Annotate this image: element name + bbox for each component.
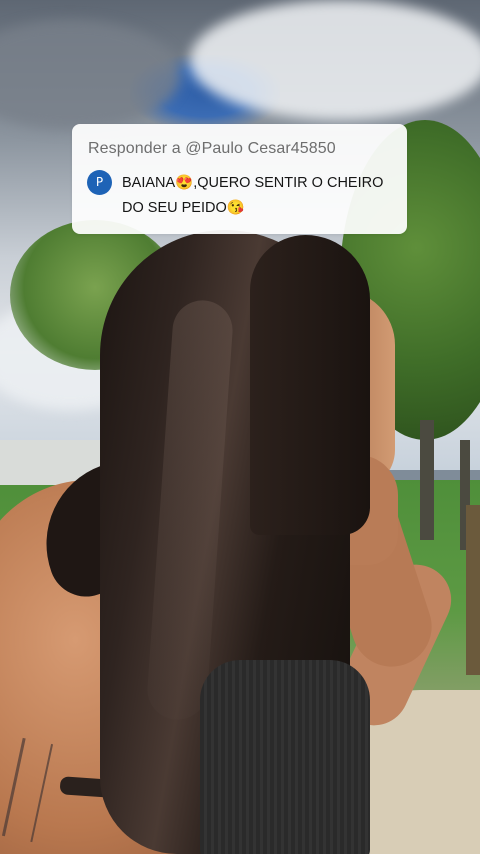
comment-text: BAIANA😍,QUERO SENTIR O CHEIRO DO SEU PEI…	[122, 175, 384, 216]
hair	[250, 235, 370, 535]
reply-comment-card[interactable]: Responder a @Paulo Cesar45850 P BAIANA😍,…	[72, 124, 407, 234]
reply-header: Responder a @Paulo Cesar45850	[88, 140, 336, 157]
black-top	[200, 660, 370, 854]
commenter-avatar: P	[87, 170, 112, 195]
